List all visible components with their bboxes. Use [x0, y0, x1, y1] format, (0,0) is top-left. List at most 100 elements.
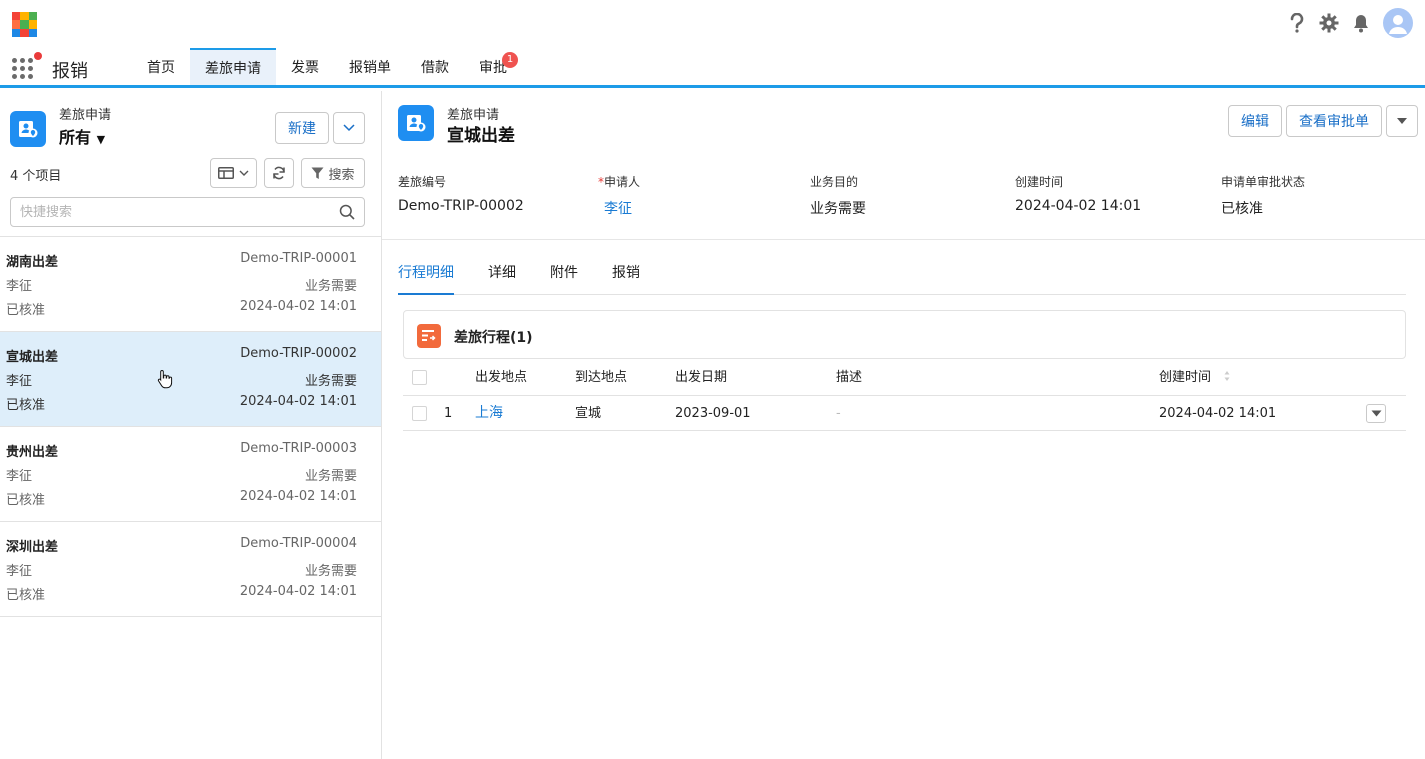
list-item-code: Demo-TRIP-00004: [240, 536, 357, 551]
list-view-name: 所有: [59, 128, 92, 147]
company-logo-icon[interactable]: [12, 12, 37, 37]
filter-search-label: 搜索: [328, 167, 355, 183]
field-label: 业务目的: [810, 175, 859, 189]
list-item-status: 已核准: [6, 398, 46, 413]
list-item-time: 2024-04-02 14:01: [239, 299, 357, 314]
tab-attachments[interactable]: 附件: [550, 263, 578, 295]
filter-search-button[interactable]: 搜索: [301, 158, 365, 188]
nav-tab-travel-request[interactable]: 差旅申请: [190, 48, 276, 85]
hand-cursor-icon: [157, 369, 173, 389]
list-item-purpose: 业务需要: [304, 374, 357, 389]
list-item-status: 已核准: [6, 493, 46, 508]
to-location: 宣城: [575, 406, 602, 421]
field-approval-status: 申请单审批状态 已核准: [1221, 173, 1305, 218]
list-item-time: 2024-04-02 14:01: [239, 489, 357, 504]
tab-reimbursement[interactable]: 报销: [612, 263, 640, 295]
nav-tab-approval[interactable]: 审批 1: [464, 48, 522, 85]
list-item[interactable]: 贵州出差 Demo-TRIP-00003 李征 业务需要 已核准 2024-04-02…: [0, 427, 381, 522]
record-list: 湖南出差 Demo-TRIP-00001 李征 业务需要 已核准 2024-04-02…: [0, 236, 381, 617]
search-icon[interactable]: [339, 204, 355, 220]
list-object-name: 差旅申请: [59, 108, 112, 123]
edit-button[interactable]: 编辑: [1228, 105, 1282, 137]
field-label-text: 申请人: [604, 175, 641, 189]
list-item-title: 宣城出差: [6, 350, 59, 365]
travel-request-object-icon: [398, 105, 434, 141]
column-header-from[interactable]: 出发地点: [475, 360, 527, 395]
view-approval-button[interactable]: 查看审批单: [1286, 105, 1382, 137]
description: -: [836, 406, 841, 421]
record-highlights: 差旅编号 Demo-TRIP-00002 *申请人 李征 业务目的 业务需要 创…: [398, 173, 1408, 233]
nav-tabs: 首页 差旅申请 发票 报销单 借款 审批 1: [132, 48, 522, 85]
field-applicant: *申请人 李征: [598, 173, 640, 218]
list-item-purpose: 业务需要: [304, 564, 357, 579]
bell-icon[interactable]: [1351, 13, 1371, 33]
nav-tab-expense-report[interactable]: 报销单: [334, 48, 406, 85]
sort-icon[interactable]: [1223, 370, 1231, 382]
list-item-purpose: 业务需要: [304, 469, 357, 484]
chevron-down-icon: [343, 124, 355, 132]
display-mode-button[interactable]: [210, 158, 257, 188]
record-detail-panel: 差旅申请 宣城出差 编辑 查看审批单 差旅编号 Demo-TRIP-00002 …: [382, 91, 1425, 759]
related-list-header: 差旅行程(1): [403, 310, 1406, 359]
column-header-date[interactable]: 出发日期: [675, 360, 727, 395]
itinerary-icon: [417, 324, 441, 348]
field-label: *申请人: [598, 173, 640, 190]
app-launcher-icon[interactable]: [12, 58, 34, 80]
list-item[interactable]: 深圳出差 Demo-TRIP-00004 李征 业务需要 已核准 2024-04-02…: [0, 522, 381, 617]
related-list-title: 差旅行程(1): [454, 330, 533, 346]
list-panel: 差旅申请 所有 ▼ 新建 4 个项目 搜索 湖南出差 Demo-TRIP-0000…: [0, 91, 382, 759]
list-item[interactable]: 湖南出差 Demo-TRIP-00001 李征 业务需要 已核准 2024-04-02…: [0, 237, 381, 332]
new-button[interactable]: 新建: [275, 112, 329, 144]
refresh-button[interactable]: [264, 158, 294, 188]
caret-down-icon: [1397, 118, 1407, 124]
field-value: 2024-04-02 14:01: [1015, 198, 1142, 214]
list-item-title: 湖南出差: [6, 255, 59, 270]
approval-count-badge: 1: [502, 52, 518, 68]
nav-tab-home[interactable]: 首页: [132, 48, 190, 85]
record-tabs: 行程明细 详细 附件 报销: [398, 263, 1406, 295]
column-header-description[interactable]: 描述: [836, 360, 862, 395]
list-item-person: 李征: [6, 469, 33, 484]
top-bar: [0, 0, 1425, 48]
list-item-code: Demo-TRIP-00003: [240, 441, 357, 456]
field-trip-number: 差旅编号 Demo-TRIP-00002: [398, 173, 524, 214]
field-value: 已核准: [1221, 201, 1263, 217]
help-icon[interactable]: [1287, 13, 1307, 33]
more-actions-button[interactable]: [333, 112, 365, 144]
tab-itinerary[interactable]: 行程明细: [398, 263, 454, 295]
list-item-purpose: 业务需要: [304, 279, 357, 294]
row-checkbox[interactable]: [412, 406, 427, 421]
tab-details[interactable]: 详细: [488, 263, 516, 295]
field-value: 业务需要: [810, 201, 866, 217]
list-item-person: 李征: [6, 564, 33, 579]
column-header-created-label: 创建时间: [1159, 370, 1212, 385]
list-view-selector[interactable]: 所有 ▼: [59, 124, 105, 148]
quick-search-box: [10, 197, 365, 227]
caret-down-icon: ▼: [96, 133, 106, 146]
field-created-time: 创建时间 2024-04-02 14:01: [1015, 173, 1141, 214]
list-item-selected[interactable]: 宣城出差 Demo-TRIP-00002 李征 业务需要 已核准 2024-04-02…: [0, 332, 381, 427]
chevron-down-icon: [239, 170, 249, 176]
table-layout-icon: [218, 167, 234, 179]
user-avatar-icon[interactable]: [1383, 8, 1413, 38]
field-label: 创建时间: [1015, 175, 1064, 189]
nav-tab-invoice[interactable]: 发票: [276, 48, 334, 85]
column-header-created[interactable]: 创建时间: [1159, 360, 1231, 395]
created-time: 2024-04-02 14:01: [1159, 406, 1277, 421]
column-header-to[interactable]: 到达地点: [575, 360, 627, 395]
refresh-icon: [273, 166, 285, 180]
row-actions-button[interactable]: [1366, 404, 1386, 423]
select-all-checkbox[interactable]: [412, 370, 427, 385]
table-row: 1 上海 宣城 2023-09-01 - 2024-04-02 14:01: [403, 396, 1406, 431]
list-item-time: 2024-04-02 14:01: [239, 394, 357, 409]
nav-tab-loan[interactable]: 借款: [406, 48, 464, 85]
record-count: 4 个项目: [10, 169, 62, 184]
quick-search-input[interactable]: [20, 198, 330, 226]
app-name: 报销: [52, 61, 88, 82]
applicant-link[interactable]: 李征: [604, 198, 640, 218]
gear-icon[interactable]: [1319, 13, 1339, 33]
list-item-time: 2024-04-02 14:01: [239, 584, 357, 599]
record-more-actions-button[interactable]: [1386, 105, 1418, 137]
from-location-link[interactable]: 上海: [475, 396, 503, 431]
field-label: 申请单审批状态: [1221, 175, 1306, 189]
